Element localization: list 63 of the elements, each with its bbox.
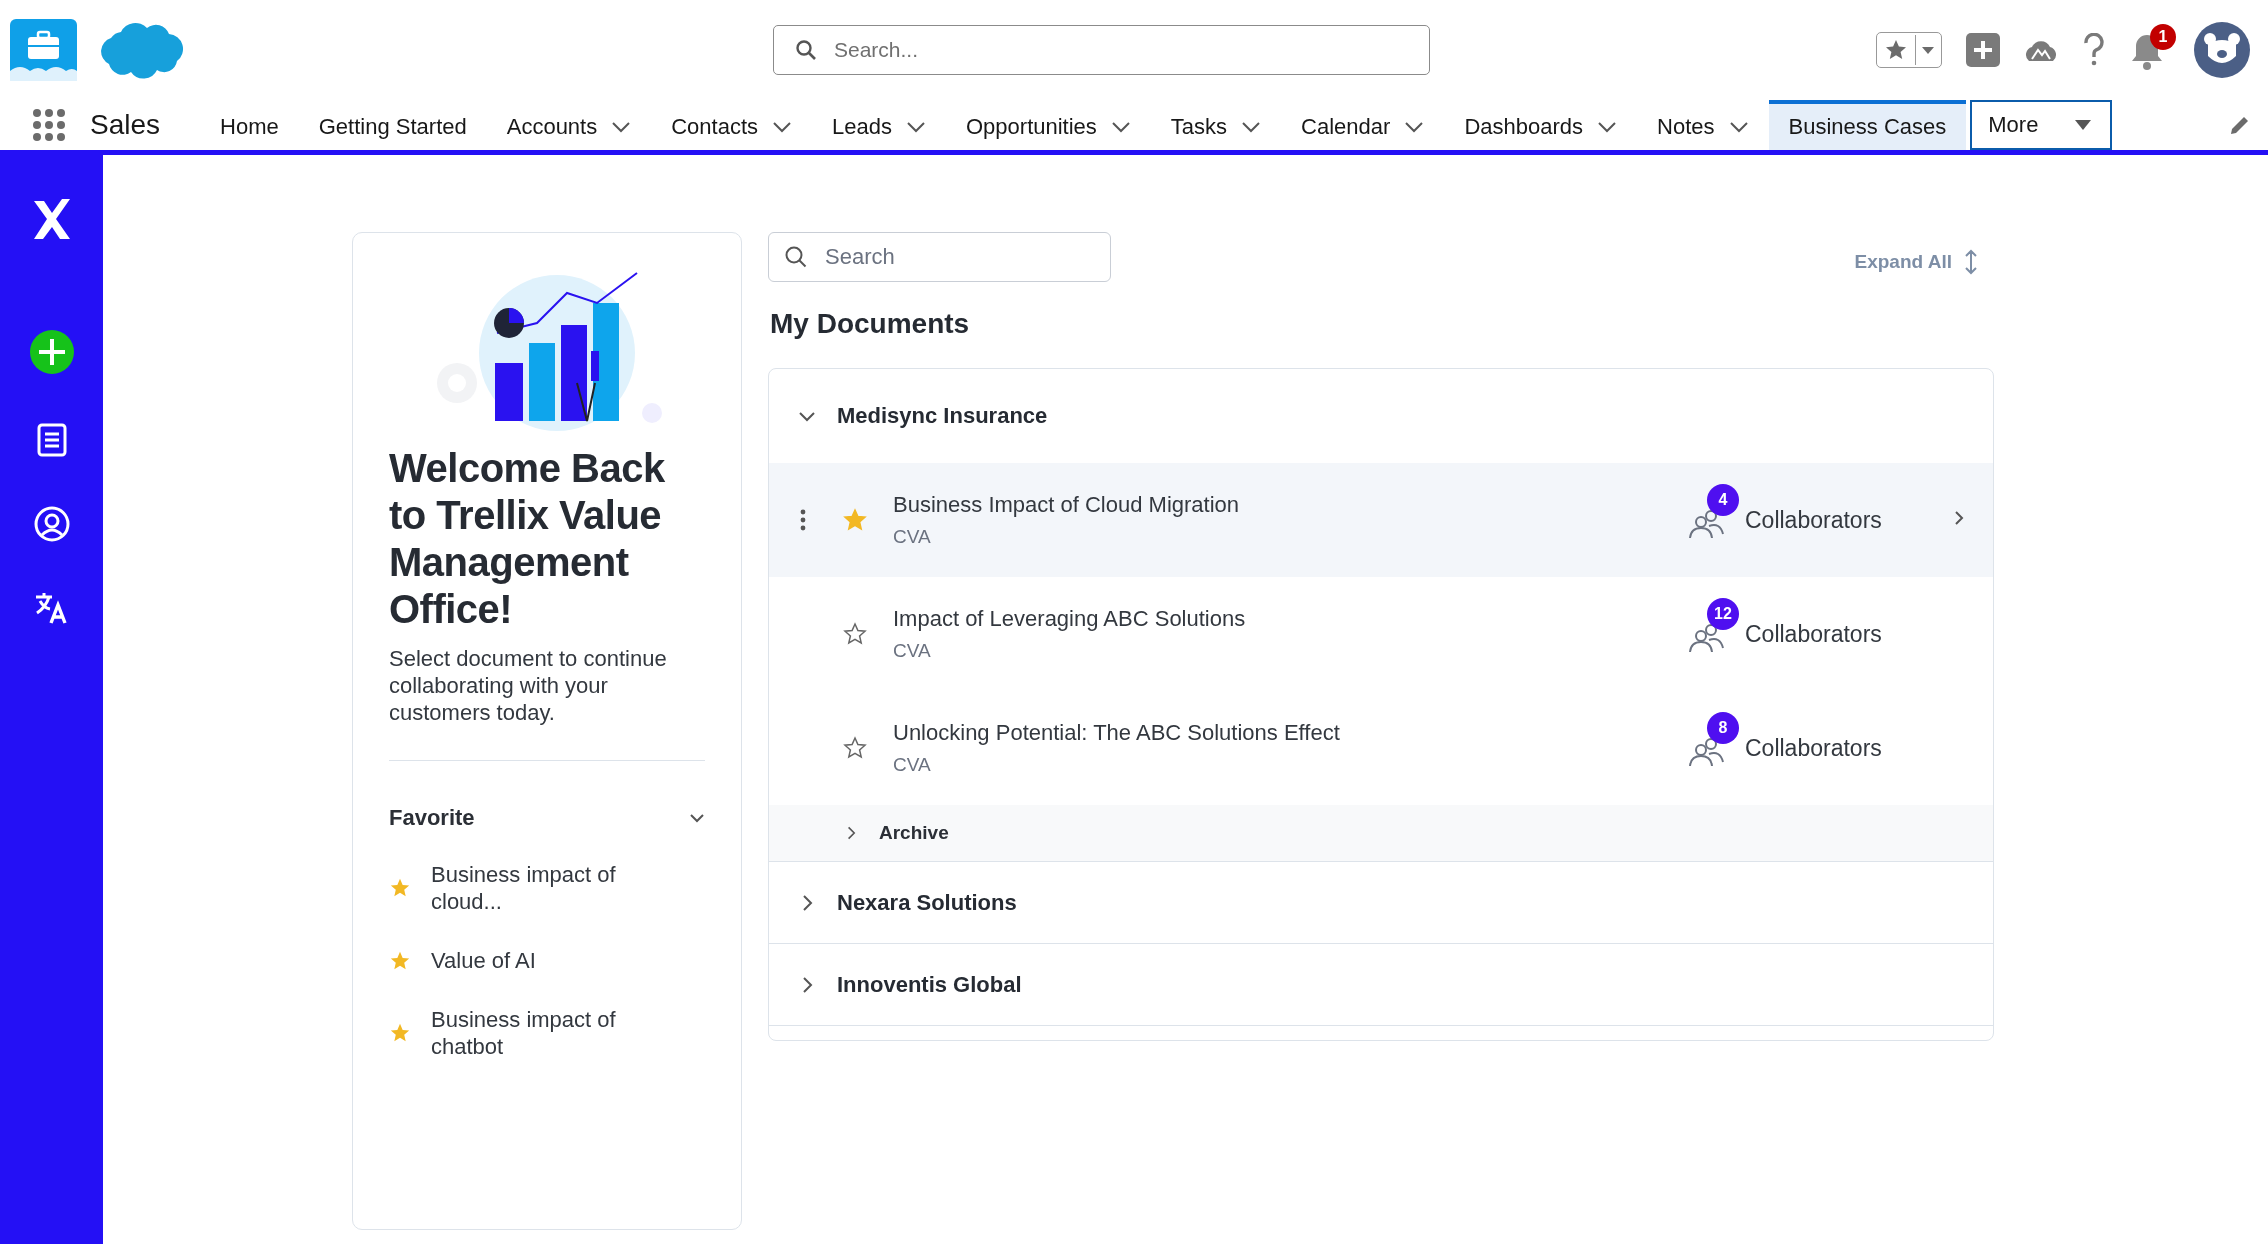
account-group-header[interactable]: Nexara Solutions [769,862,1993,944]
collaborators-label: Collaborators [1745,506,1882,534]
collaborator-count: 4 [1707,484,1739,516]
document-search-field[interactable]: Search [768,232,1111,282]
collaborator-count: 12 [1707,598,1739,630]
nav-tab[interactable]: Notes [1637,100,1769,150]
welcome-subtitle: Select document to continue collaborating with your customers today. [389,645,668,726]
account-group-header[interactable]: Innoventis Global [769,944,1993,1026]
document-type: CVA [893,754,932,776]
star-outline-icon[interactable] [843,622,867,646]
favorite-document-link[interactable]: Value of AI [431,947,661,974]
help-icon[interactable] [2082,33,2106,67]
favorite-document-link[interactable]: Business impact of cloud... [431,861,661,915]
document-icon[interactable] [35,423,68,457]
document-type: CVA [893,640,932,662]
nav-tab[interactable]: Home [200,100,299,150]
nav-tab[interactable]: Leads [812,100,946,150]
more-menu-button[interactable]: More [1970,100,2113,150]
search-icon [784,245,808,269]
welcome-title: Welcome Back to Trellix Value Management Office! [389,445,666,633]
section-heading: My Documents [770,308,971,340]
add-icon[interactable] [1966,33,2000,67]
global-search-field[interactable]: Search... [773,25,1430,75]
document-title: Impact of Leveraging ABC Solutions [893,606,1247,632]
star-icon [389,1022,411,1044]
briefcase-logo-icon [10,19,77,81]
add-icon[interactable] [28,329,75,375]
archive-folder-toggle[interactable]: Archive [769,805,1993,862]
nav-tab[interactable]: Opportunities [946,100,1151,150]
user-avatar[interactable] [2194,22,2250,78]
document-type: CVA [893,526,932,548]
nav-tab[interactable]: Contacts [651,100,813,150]
app-name: Sales [90,109,161,141]
star-icon[interactable] [843,508,867,532]
favorite-document-link[interactable]: Business impact of chatbot [431,1006,661,1060]
app-launcher-icon[interactable] [32,108,66,142]
up-down-arrow-icon [1964,249,1978,275]
nav-tab[interactable]: Calendar [1281,100,1445,150]
nav-tab[interactable]: Accounts [486,100,652,150]
favorites-button[interactable] [1876,32,1942,68]
collaborators-label: Collaborators [1745,734,1882,762]
nav-tab[interactable]: Getting Started [298,100,487,150]
document-row[interactable]: Business Impact of Cloud Migration CVA 4 Collaborators [769,463,1993,577]
notification-count: 1 [2150,24,2176,50]
document-row[interactable]: Impact of Leveraging ABC Solutions CVA 12 Collaborators [769,577,1993,691]
collaborator-count: 8 [1707,712,1739,744]
more-options-icon[interactable] [800,509,806,531]
account-group-header[interactable]: Medisync Insurance [769,369,1993,463]
document-row[interactable]: Unlocking Potential: The ABC Solutions Effect CVA 8 Collaborators [769,691,1993,805]
collaborators-label: Collaborators [1745,620,1882,648]
star-icon [389,877,411,899]
chevron-right-icon[interactable] [1953,509,1965,527]
favorites-section-toggle[interactable]: Favorite [389,805,705,831]
nav-tab[interactable]: Dashboards [1444,100,1638,150]
document-title: Unlocking Potential: The ABC Solutions Effect [893,720,1341,746]
search-icon [795,39,817,61]
user-circle-icon[interactable] [32,505,71,543]
document-title: Business Impact of Cloud Migration [893,492,1241,518]
caret-down-icon [2074,119,2093,131]
cloud-logo-icon [99,20,185,80]
star-outline-icon[interactable] [843,736,867,760]
nav-tab[interactable]: Business Cases [1768,100,1967,150]
nav-tab[interactable]: Tasks [1150,100,1282,150]
